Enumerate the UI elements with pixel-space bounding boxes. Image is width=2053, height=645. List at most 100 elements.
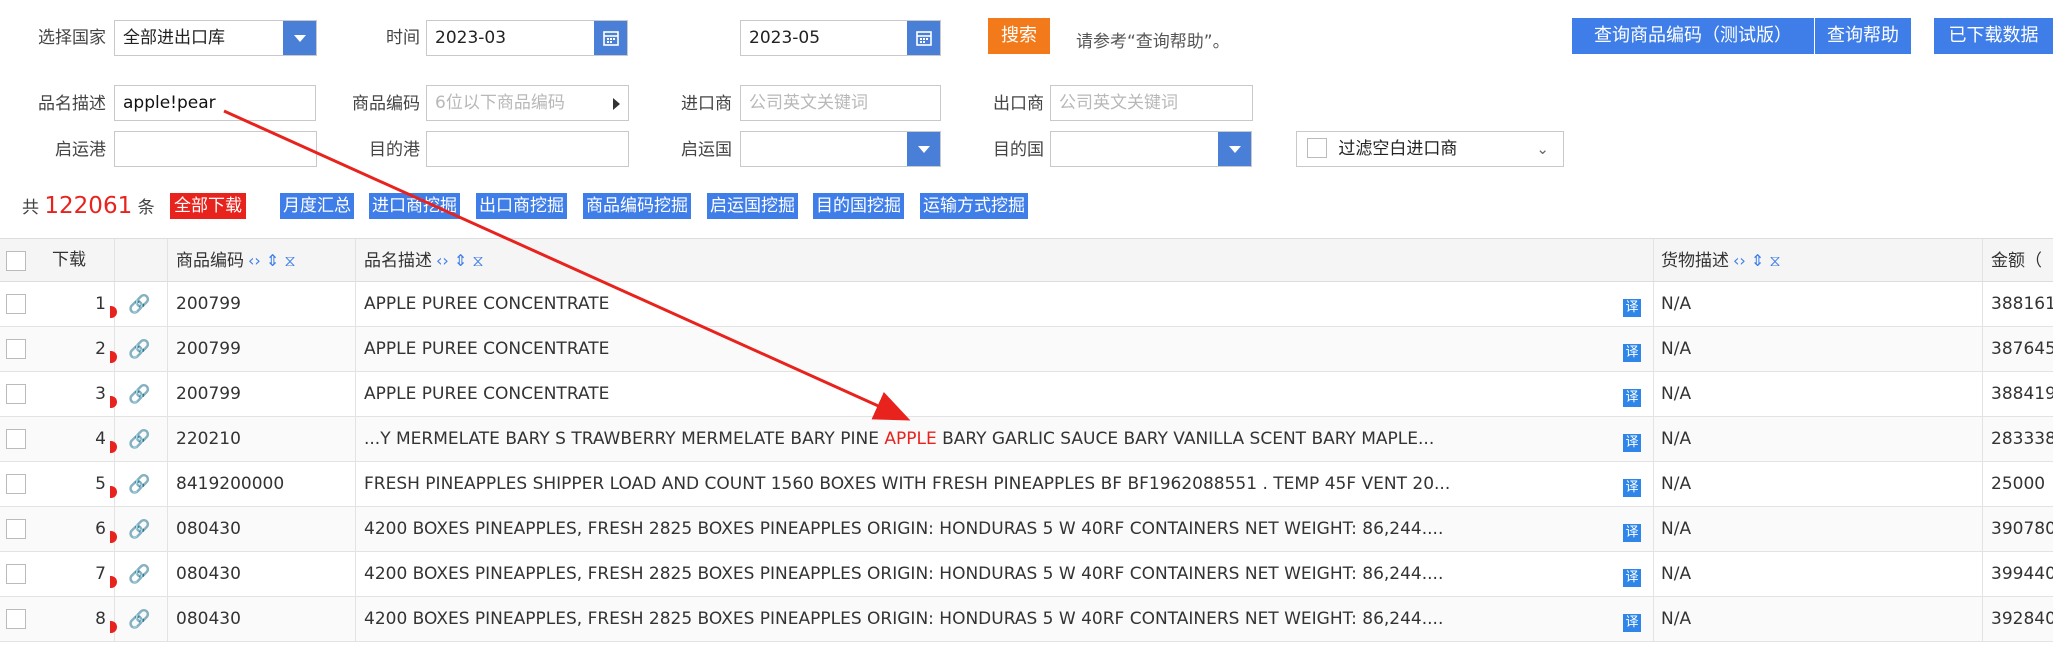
link-icon[interactable]: 🔗 (128, 609, 150, 630)
dest-port-input[interactable] (426, 131, 629, 167)
calendar-icon[interactable] (907, 21, 940, 55)
row-checkbox[interactable] (6, 519, 26, 539)
row-amount: 390780 (1991, 519, 2053, 539)
tag-monthly-summary[interactable]: 月度汇总 (280, 193, 354, 219)
table-row[interactable]: 3 🔗 200799 APPLE PUREE CONCENTRATE 译 N/A 38841… (0, 372, 2053, 417)
table-row[interactable]: 4 🔗 220210 ...Y MERMELATE BARY S TRAWBERRY … (0, 417, 2053, 462)
table-row[interactable]: 7 🔗 080430 4200 BOXES PINEAPPLES, FRESH 282… (0, 552, 2053, 597)
marker-icon (110, 396, 117, 408)
time-from-input[interactable]: 2023-03 (426, 20, 628, 56)
row-checkbox[interactable] (6, 609, 26, 629)
link-icon[interactable]: 🔗 (128, 384, 150, 405)
link-icon[interactable]: 🔗 (128, 474, 150, 495)
tag-importer-mining[interactable]: 进口商挖掘 (369, 193, 460, 219)
row-desc[interactable]: APPLE PUREE CONCENTRATE (364, 327, 1604, 371)
desc-input[interactable]: apple!pear (114, 85, 316, 121)
row-desc-text: 4200 BOXES PINEAPPLES, FRESH 2825 BOXES … (364, 519, 1444, 539)
select-all-checkbox[interactable] (6, 251, 26, 271)
sort-icon[interactable]: ‹› ⇕ ⧖ (1733, 239, 1781, 281)
download-all-button[interactable]: 全部下载 (170, 193, 246, 219)
row-desc[interactable]: 4200 BOXES PINEAPPLES, FRESH 2825 BOXES … (364, 552, 1604, 596)
row-desc-text-end: BARY GARLIC SAUCE BARY VANILLA SCENT BAR… (936, 429, 1435, 449)
row-desc[interactable]: 4200 BOXES PINEAPPLES, FRESH 2825 BOXES … (364, 597, 1604, 641)
help-button[interactable]: 查询帮助 (1815, 18, 1911, 54)
row-checkbox[interactable] (6, 294, 26, 314)
time-to-input[interactable]: 2023-05 (740, 20, 941, 56)
sort-icon[interactable]: ‹› ⇕ ⧖ (248, 239, 296, 281)
header-desc-label: 品名描述 (364, 251, 432, 271)
filter-blank-importer-label: 过滤空白进口商 (1338, 139, 1458, 159)
translate-icon[interactable]: 译 (1623, 569, 1641, 587)
importer-input[interactable]: 公司英文关键词 (740, 85, 941, 121)
origin-port-input[interactable] (114, 131, 317, 167)
origin-country-select[interactable] (740, 131, 941, 167)
header-desc[interactable]: 品名描述 ‹› ⇕ ⧖ (364, 239, 484, 281)
downloaded-data-button[interactable]: 已下载数据 (1934, 18, 2053, 54)
chevron-down-icon[interactable] (283, 21, 316, 55)
link-icon[interactable]: 🔗 (128, 564, 150, 585)
link-icon[interactable]: 🔗 (128, 294, 150, 315)
table-row[interactable]: 8 🔗 080430 4200 BOXES PINEAPPLES, FRESH 282… (0, 597, 2053, 642)
translate-icon[interactable]: 译 (1623, 524, 1641, 542)
row-checkbox[interactable] (6, 384, 26, 404)
header-code[interactable]: 商品编码 ‹› ⇕ ⧖ (176, 239, 296, 281)
code-lookup-button[interactable]: 查询商品编码（测试版） (1572, 18, 1814, 54)
translate-icon[interactable]: 译 (1623, 614, 1641, 632)
importer-label: 进口商 (681, 94, 732, 114)
chevron-right-icon[interactable] (613, 98, 620, 110)
row-number: 1 (95, 294, 106, 314)
tag-origin-country-mining[interactable]: 启运国挖掘 (707, 193, 798, 219)
row-desc-text: APPLE PUREE CONCENTRATE (364, 384, 610, 404)
row-code: 200799 (176, 294, 241, 314)
table-row[interactable]: 2 🔗 200799 APPLE PUREE CONCENTRATE 译 N/A 38764… (0, 327, 2053, 372)
result-count: 共 122061 条 (22, 190, 155, 224)
link-icon[interactable]: 🔗 (128, 519, 150, 540)
time-to-value: 2023-05 (749, 28, 821, 48)
marker-icon (110, 531, 117, 543)
row-checkbox[interactable] (6, 339, 26, 359)
table-row[interactable]: 5 🔗 8419200000 FRESH PINEAPPLES SHIPPER LOA… (0, 462, 2053, 507)
country-select[interactable]: 全部进出口库 (114, 20, 317, 56)
row-checkbox[interactable] (6, 429, 26, 449)
search-button[interactable]: 搜索 (988, 18, 1050, 54)
row-goods: N/A (1661, 429, 1692, 449)
filter-blank-importer-checkbox[interactable] (1307, 138, 1327, 158)
translate-icon[interactable]: 译 (1623, 434, 1641, 452)
tag-dest-country-mining[interactable]: 目的国挖掘 (813, 193, 904, 219)
sort-icon[interactable]: ‹› ⇕ ⧖ (436, 239, 484, 281)
link-icon[interactable]: 🔗 (128, 339, 150, 360)
table-header: 下载 商品编码 ‹› ⇕ ⧖ 品名描述 ‹› ⇕ ⧖ 货物描述 ‹› ⇕ ⧖ 金额（ (0, 238, 2053, 282)
calendar-icon[interactable] (594, 21, 627, 55)
translate-icon[interactable]: 译 (1623, 389, 1641, 407)
row-checkbox[interactable] (6, 564, 26, 584)
header-goods[interactable]: 货物描述 ‹› ⇕ ⧖ (1661, 239, 1781, 281)
row-checkbox[interactable] (6, 474, 26, 494)
chevron-down-icon[interactable] (1218, 132, 1251, 166)
chevron-down-icon[interactable] (907, 132, 940, 166)
table-row[interactable]: 6 🔗 080430 4200 BOXES PINEAPPLES, FRESH 282… (0, 507, 2053, 552)
tag-transport-mining[interactable]: 运输方式挖掘 (920, 193, 1028, 219)
row-desc[interactable]: 4200 BOXES PINEAPPLES, FRESH 2825 BOXES … (364, 507, 1604, 551)
dest-country-select[interactable] (1050, 131, 1252, 167)
row-desc[interactable]: FRESH PINEAPPLES SHIPPER LOAD AND COUNT … (364, 462, 1604, 506)
link-icon[interactable]: 🔗 (128, 429, 150, 450)
row-desc[interactable]: APPLE PUREE CONCENTRATE (364, 372, 1604, 416)
marker-icon (110, 441, 117, 453)
code-input[interactable]: 6位以下商品编码 (426, 85, 629, 121)
table-row[interactable]: 1 🔗 200799 APPLE PUREE CONCENTRATE 译 N/A 38816… (0, 282, 2053, 327)
translate-icon[interactable]: 译 (1623, 299, 1641, 317)
exporter-label: 出口商 (993, 94, 1044, 114)
tag-exporter-mining[interactable]: 出口商挖掘 (476, 193, 567, 219)
filter-blank-importer-dropdown[interactable]: 过滤空白进口商 ⌄ (1296, 131, 1564, 167)
code-placeholder: 6位以下商品编码 (435, 93, 565, 113)
translate-icon[interactable]: 译 (1623, 479, 1641, 497)
tag-code-mining[interactable]: 商品编码挖掘 (583, 193, 691, 219)
exporter-input[interactable]: 公司英文关键词 (1050, 85, 1253, 121)
header-amount[interactable]: 金额（ (1991, 239, 2042, 281)
row-desc[interactable]: APPLE PUREE CONCENTRATE (364, 282, 1604, 326)
row-goods: N/A (1661, 564, 1692, 584)
country-label: 选择国家 (38, 28, 106, 48)
translate-icon[interactable]: 译 (1623, 344, 1641, 362)
row-desc[interactable]: ...Y MERMELATE BARY S TRAWBERRY MERMELAT… (364, 417, 1604, 461)
row-code: 200799 (176, 384, 241, 404)
